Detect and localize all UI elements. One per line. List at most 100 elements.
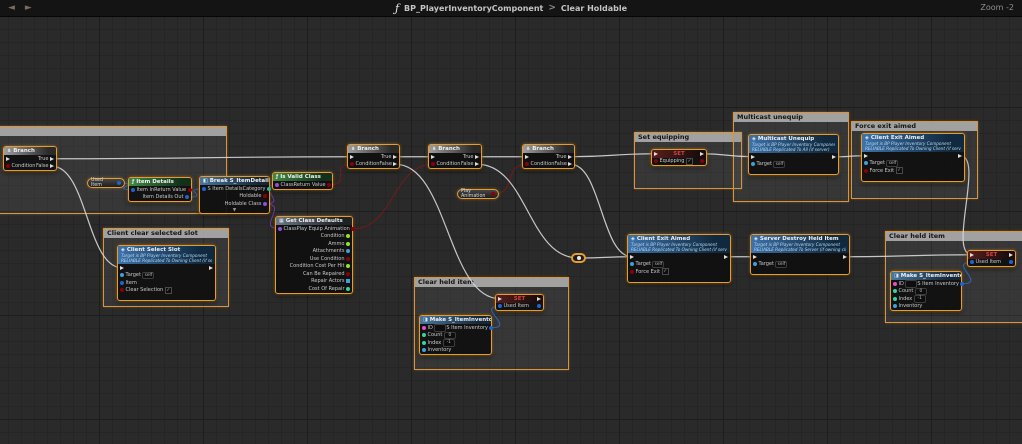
pin-execin-exec[interactable] [525, 155, 529, 159]
pin-execin-exec[interactable] [6, 157, 10, 161]
node-header[interactable]: ƒIs Valid Class [273, 173, 332, 181]
wire-serverDestroy.execout-to-setUsed2.execin[interactable] [845, 255, 972, 257]
pin-count-int[interactable] [893, 289, 897, 293]
branch-node[interactable]: ⋔BranchTrueConditionFalse [347, 144, 400, 169]
pin-condition-bool[interactable] [350, 162, 354, 166]
checkbox[interactable]: ✓ [165, 287, 172, 294]
break-s-itemdetails-node[interactable]: ◧Break S_ItemDetailsS Item DetailsCatego… [199, 176, 270, 214]
pin-id-string[interactable] [893, 282, 897, 286]
pin-output-bool[interactable] [491, 192, 495, 196]
pin-target-object[interactable] [751, 162, 755, 166]
set-node[interactable]: SETUsed Item [967, 250, 1016, 267]
pin-condition-bool[interactable] [431, 162, 435, 166]
pin-inventory-object[interactable] [422, 348, 426, 352]
pin-class-class[interactable] [278, 227, 282, 231]
node-header[interactable]: ◈Server Destroy Held ItemTarget is BP Pl… [751, 235, 849, 253]
pin-false-exec[interactable] [475, 162, 479, 166]
pin-category-enum[interactable] [267, 187, 271, 191]
set-node[interactable]: SETEquipping✓ [651, 149, 707, 166]
branch-node[interactable]: ⋔BranchTrueConditionFalse [3, 146, 57, 171]
node-header[interactable]: ◈Client Select SlotTarget is BP Player I… [118, 246, 215, 264]
text-field[interactable]: -1 [443, 339, 455, 347]
text-field[interactable]: self [886, 160, 898, 168]
pin-outval-struct[interactable] [1009, 260, 1013, 264]
node-header[interactable]: ⋔Branch [4, 147, 56, 155]
pin-false-exec[interactable] [568, 162, 572, 166]
pin-return-value-bool[interactable] [188, 188, 192, 192]
pin-execin-exec[interactable] [431, 155, 435, 159]
pin-s-item-details-struct[interactable] [202, 187, 206, 191]
checkbox[interactable]: ✓ [896, 167, 903, 174]
pin-equipping-bool[interactable] [654, 159, 658, 163]
node-header[interactable]: ◈Multicast UnequipTarget is BP Player In… [749, 135, 838, 153]
play-animation-variable-node[interactable]: Play Animation [457, 189, 499, 199]
pin-inventory-object[interactable] [893, 304, 897, 308]
pin-item-in-struct[interactable] [131, 188, 135, 192]
pin-ammo-float[interactable] [346, 242, 350, 246]
pin-play-equip-animation-bool[interactable] [351, 227, 355, 231]
pin-execin-exec[interactable] [630, 255, 634, 259]
pin-execout-exec[interactable] [832, 155, 836, 159]
is-valid-class-node[interactable]: ƒIs Valid ClassClassReturn Value [272, 172, 333, 190]
wire-getClassDefaults.playequip-to-bb.cond[interactable] [353, 164, 433, 229]
text-field[interactable]: self [775, 261, 787, 269]
pin-clear-selection-bool[interactable] [120, 288, 124, 292]
node-header[interactable]: ⋔Branch [523, 145, 574, 153]
collapse-arrow-icon[interactable]: ▼ [200, 208, 269, 213]
text-field[interactable]: self [773, 161, 785, 169]
wire-bc.false-to-cea2.execin[interactable] [570, 164, 632, 257]
pin-condition-bool[interactable] [6, 164, 10, 168]
breadcrumb-blueprint[interactable]: BP_PlayerInventoryComponent [404, 4, 543, 13]
node-header[interactable]: ⋔Branch [348, 145, 399, 153]
branch-node[interactable]: ⋔BranchTrueConditionFalse [522, 144, 575, 169]
pin-execout-exec[interactable] [843, 255, 847, 259]
pin-execin-exec[interactable] [864, 154, 868, 158]
pin-execin-exec[interactable] [751, 155, 755, 159]
text-field[interactable]: self [652, 261, 664, 269]
pin-item-struct[interactable] [120, 281, 124, 285]
text-field[interactable] [905, 280, 917, 288]
pin-can-be-repaired-bool[interactable] [346, 272, 350, 276]
wire-ba.false-to-setUsed1.execin[interactable] [395, 164, 500, 299]
text-field[interactable]: self [142, 272, 154, 280]
pin-return-value-bool[interactable] [327, 183, 331, 187]
node-header[interactable]: ƒItem Details [129, 178, 191, 186]
wire-reroute.out-to-cea2.execin[interactable] [579, 257, 633, 258]
node-header[interactable]: ◈Client Exit AimedTarget is BP Player In… [628, 235, 730, 253]
node-header[interactable]: ▦Get Class Defaults [276, 217, 352, 225]
node-header[interactable]: ⋔Branch [429, 145, 481, 153]
pin-condition-float[interactable] [346, 234, 350, 238]
pin-false-exec[interactable] [50, 164, 54, 168]
pin-true-exec[interactable] [50, 157, 54, 161]
pin-id-string[interactable] [422, 326, 426, 330]
pin-true-exec[interactable] [568, 155, 572, 159]
pin-execout-exec[interactable] [209, 266, 213, 270]
pin-condition-cost-per-hit-float[interactable] [346, 264, 350, 268]
client-exit-aimed-node[interactable]: ◈Client Exit AimedTarget is BP Player In… [861, 133, 965, 182]
pin-execout-exec[interactable] [724, 255, 728, 259]
get-class-defaults-node[interactable]: ▦Get Class DefaultsClassPlay Equip Anima… [275, 216, 353, 294]
pin-target-object[interactable] [864, 161, 868, 165]
wire-playAnim.out-to-bc.cond[interactable] [493, 164, 527, 194]
checkbox[interactable]: ✓ [662, 268, 669, 275]
node-header[interactable]: ◨Make S_ItemInventory [420, 316, 491, 324]
pin-execin-exec[interactable] [753, 255, 757, 259]
pin-output-struct[interactable] [117, 181, 121, 185]
pin-index-int[interactable] [893, 297, 897, 301]
pin-target-object[interactable] [120, 273, 124, 277]
node-header[interactable]: ◧Break S_ItemDetails [200, 177, 269, 185]
pin-true-exec[interactable] [393, 155, 397, 159]
pin-target-object[interactable] [630, 262, 634, 266]
wire-setEquip.execout-to-multicastUnequip.execin[interactable] [702, 154, 753, 157]
pin-item-details-out-struct[interactable] [185, 195, 189, 199]
make-s-iteminventory-node[interactable]: ◨Make S_ItemInventoryIDS Item InventoryC… [890, 271, 962, 311]
pin-used-item-struct[interactable] [970, 260, 974, 264]
wire-bb.false-to-reroute.in[interactable] [477, 164, 579, 258]
used-item-variable-node[interactable]: Used Item [87, 178, 125, 188]
pin-s-item-inventory-struct[interactable] [960, 282, 964, 286]
text-field[interactable]: -1 [914, 295, 926, 303]
pin-force-exit-bool[interactable] [630, 270, 634, 274]
pin-attachments-object[interactable] [346, 249, 350, 253]
make-s-iteminventory-node[interactable]: ◨Make S_ItemInventoryIDS Item InventoryC… [419, 315, 492, 355]
text-field[interactable] [434, 324, 446, 332]
